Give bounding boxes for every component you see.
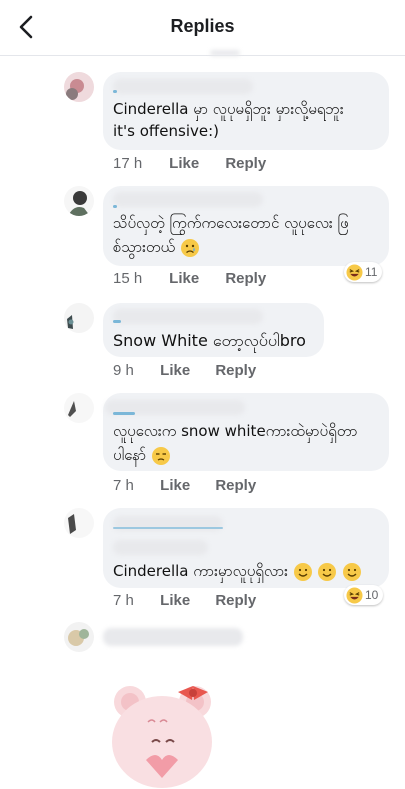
like-button[interactable]: Like <box>160 592 211 609</box>
comment-meta: 9 h Like Reply <box>113 362 256 379</box>
commenter-name-blurred <box>113 79 253 94</box>
like-button[interactable]: Like <box>160 362 211 379</box>
bear-sticker-icon[interactable] <box>100 680 235 789</box>
like-button[interactable]: Like <box>160 477 211 494</box>
avatar-image-icon <box>64 186 94 216</box>
reaction-count: 10 <box>365 588 379 602</box>
commenter-name-blurred <box>113 540 208 555</box>
commenter-name-blurred <box>113 309 263 324</box>
comment-text: သိပ်လှတဲ့ ကြွက်ကလေးတောင် လူပုလေး ဖြ <box>113 214 349 232</box>
partial-reply-blur <box>210 50 240 56</box>
smiling-face-icon <box>343 562 362 581</box>
reply-button[interactable]: Reply <box>215 477 256 494</box>
commenter-name-stroke <box>113 320 121 323</box>
reaction-count: 11 <box>365 265 378 279</box>
comment-text: Cinderella မှာ လူပုမရှိဘူး မှားလို့မရဘူး <box>113 100 344 118</box>
comment-meta: 15 h Like Reply <box>113 270 266 287</box>
commenter-name-stroke <box>113 412 135 415</box>
laughing-reaction-icon <box>346 586 363 604</box>
reply-button[interactable]: Reply <box>215 592 256 609</box>
avatar-image-icon <box>64 622 94 652</box>
unamused-face-icon <box>152 446 171 465</box>
commenter-name-stroke <box>113 527 223 529</box>
timestamp: 7 h <box>113 477 134 494</box>
reply-button[interactable]: Reply <box>225 270 266 287</box>
like-button[interactable]: Like <box>169 270 221 287</box>
reaction-summary[interactable]: 11 <box>344 262 383 282</box>
avatar-image-icon <box>64 72 94 102</box>
commenter-name-blurred <box>103 628 243 646</box>
comment-text-line: Cinderella ကားမှာလူပုရှိလား <box>113 562 288 580</box>
reaction-summary[interactable]: 10 <box>344 585 384 605</box>
commenter-name-stroke <box>113 205 117 208</box>
comment-text: Snow White တော့လုပ်ပါbro <box>113 331 306 350</box>
comment-text: စ်သွားတယ် <box>113 236 200 258</box>
avatar[interactable] <box>64 303 94 333</box>
laughing-reaction-icon <box>346 263 363 281</box>
timestamp: 17 h <box>113 155 143 172</box>
comment-text: လူပုလေးက snow whiteကားထဲမှာပဲရှိတာ <box>113 422 358 440</box>
reply-button[interactable]: Reply <box>225 155 266 172</box>
avatar[interactable] <box>64 393 94 423</box>
avatar[interactable] <box>64 72 94 102</box>
comment-meta: 17 h Like Reply <box>113 155 266 172</box>
like-button[interactable]: Like <box>169 155 221 172</box>
comment-text-line: စ်သွားတယ် <box>113 238 176 256</box>
avatar-image-icon <box>64 508 94 538</box>
comment-meta: 7 h Like Reply <box>113 477 256 494</box>
reply-button[interactable]: Reply <box>215 362 256 379</box>
comment-text: ပါနော် <box>113 444 171 466</box>
avatar[interactable] <box>64 186 94 216</box>
smiling-face-icon <box>318 562 337 581</box>
commenter-name-stroke <box>113 90 117 93</box>
avatar[interactable] <box>64 508 94 538</box>
comment-text-line: ပါနော် <box>113 446 147 464</box>
timestamp: 7 h <box>113 592 134 609</box>
comment-text: Cinderella ကားမှာလူပုရှိလား <box>113 560 362 582</box>
page-title: Replies <box>170 16 235 36</box>
top-bar: Replies <box>0 0 405 56</box>
avatar-image-icon <box>64 393 94 423</box>
comment-meta: 7 h Like Reply <box>113 592 256 609</box>
crying-face-icon <box>180 238 199 257</box>
avatar-image-icon <box>64 303 94 333</box>
comment-text: it's offensive:) <box>113 122 219 140</box>
smiling-face-icon <box>293 562 312 581</box>
timestamp: 15 h <box>113 270 143 287</box>
avatar[interactable] <box>64 622 94 652</box>
commenter-name-blurred <box>113 192 263 207</box>
timestamp: 9 h <box>113 362 134 379</box>
